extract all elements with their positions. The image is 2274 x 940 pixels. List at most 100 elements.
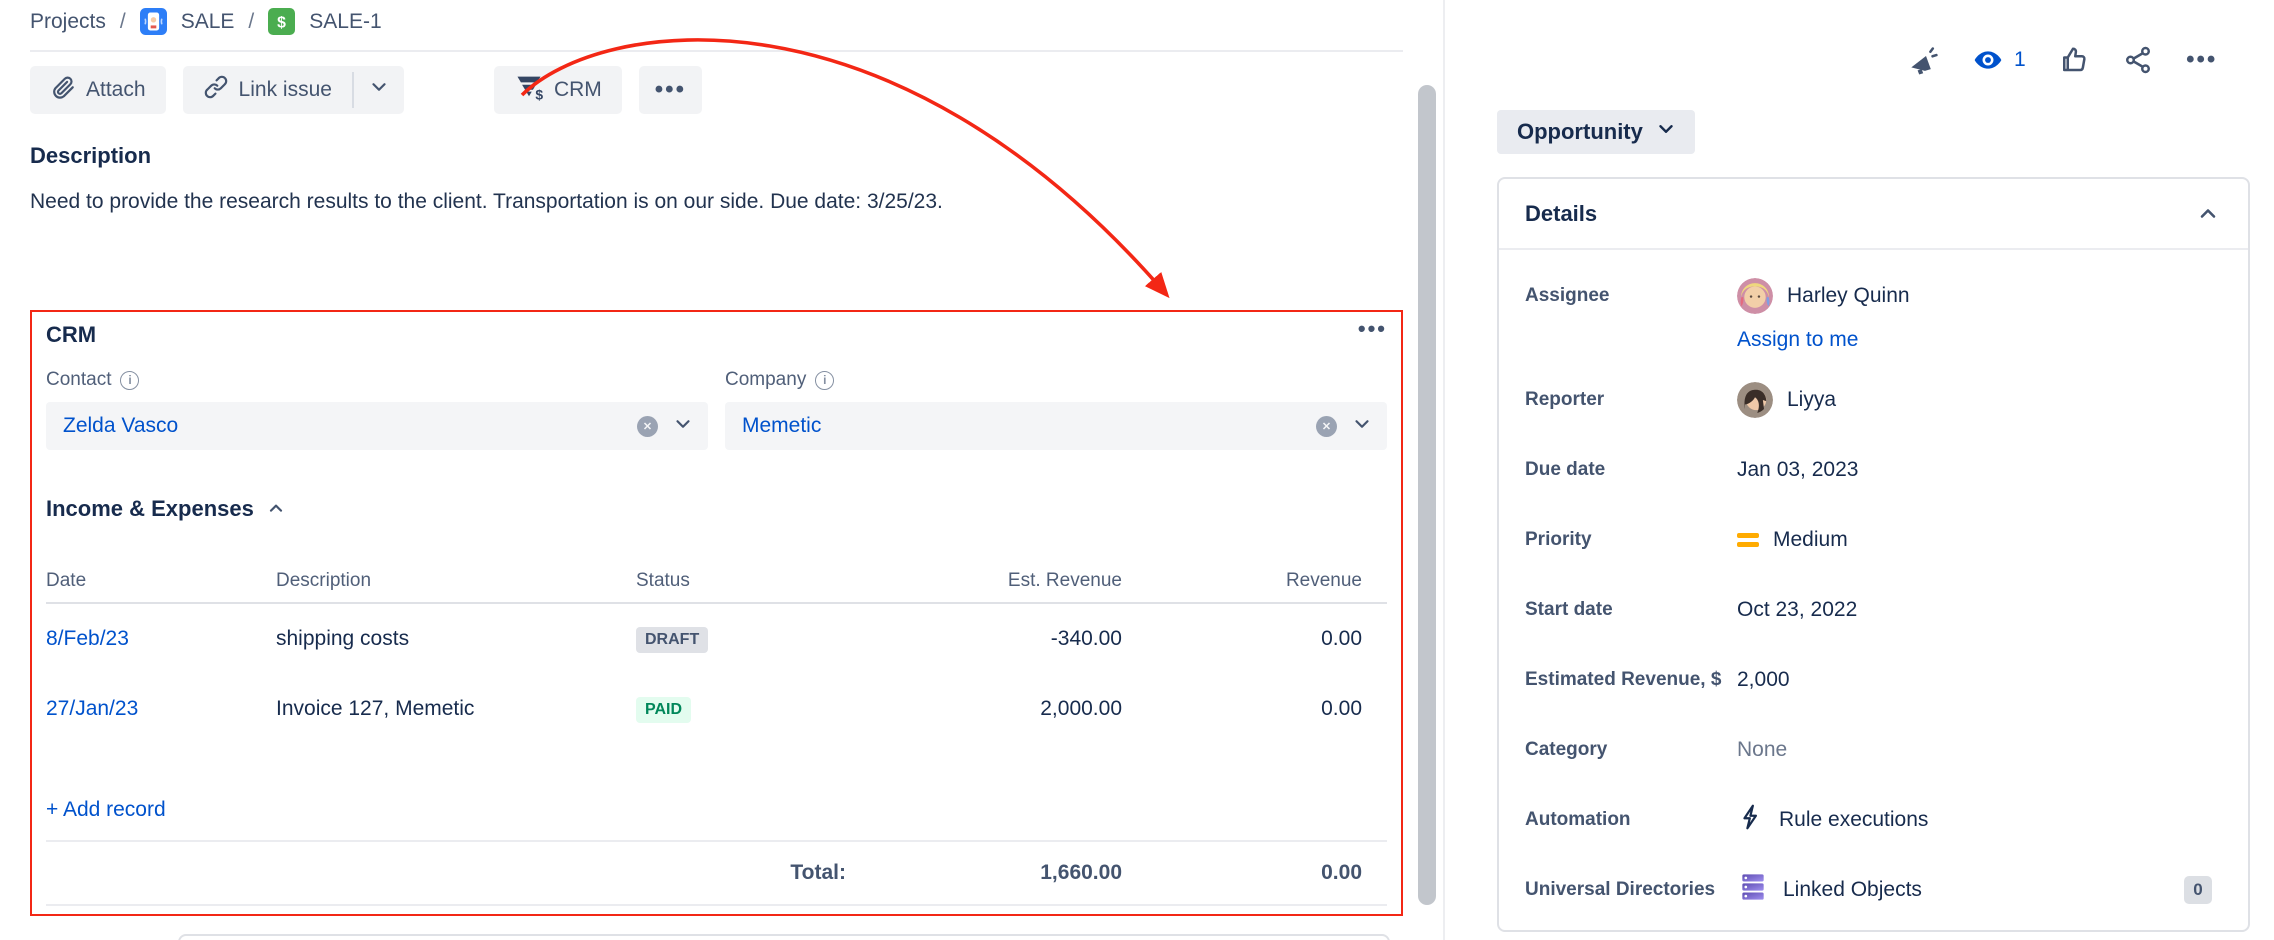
details-header[interactable]: Details bbox=[1499, 179, 2248, 250]
priority-medium-icon bbox=[1737, 533, 1759, 547]
record-date-link[interactable]: 27/Jan/23 bbox=[46, 697, 276, 721]
feedback-megaphone-icon[interactable] bbox=[1908, 44, 1940, 76]
estimated-revenue-field: Estimated Revenue, $ 2,000 bbox=[1525, 658, 2212, 702]
category-label: Category bbox=[1525, 739, 1737, 761]
next-panel-edge bbox=[178, 934, 1390, 940]
priority-field: Priority Medium bbox=[1525, 518, 2212, 562]
col-header-revenue: Revenue bbox=[1122, 570, 1362, 592]
assignee-field: Assignee Harley Quinn bbox=[1525, 274, 2212, 318]
assignee-avatar bbox=[1737, 278, 1773, 314]
header-more-icon[interactable]: ••• bbox=[2186, 44, 2218, 76]
reporter-name: Liyya bbox=[1787, 388, 1836, 412]
watch-toggle[interactable]: 1 bbox=[1972, 44, 2026, 76]
directories-stack-icon bbox=[1737, 871, 1769, 909]
collapse-chevron-up-icon[interactable] bbox=[2196, 202, 2220, 226]
link-issue-label: Link issue bbox=[239, 78, 332, 102]
issue-type-icon: $ bbox=[268, 8, 295, 35]
breadcrumb-divider bbox=[30, 50, 1403, 52]
table-bottom-divider bbox=[46, 904, 1387, 906]
lightning-bolt-icon bbox=[1737, 803, 1765, 837]
income-expenses-table: Date Description Status Est. Revenue Rev… bbox=[46, 568, 1387, 906]
automation-text: Rule executions bbox=[1779, 808, 1928, 832]
watch-eye-icon bbox=[1972, 44, 2004, 76]
chevron-down-icon bbox=[368, 76, 390, 104]
reporter-label: Reporter bbox=[1525, 389, 1737, 411]
due-date-label: Due date bbox=[1525, 459, 1737, 481]
assignee-value[interactable]: Harley Quinn bbox=[1737, 278, 2212, 314]
due-date-value[interactable]: Jan 03, 2023 bbox=[1737, 458, 2212, 482]
info-icon[interactable]: i bbox=[120, 371, 139, 390]
col-header-est-revenue: Est. Revenue bbox=[846, 570, 1122, 592]
clear-icon[interactable]: ✕ bbox=[637, 416, 658, 437]
breadcrumb-project-link[interactable]: SALE bbox=[181, 10, 235, 34]
crm-button-label: CRM bbox=[554, 78, 602, 102]
linked-objects-value[interactable]: Linked Objects 0 bbox=[1737, 871, 2212, 909]
universal-directories-field: Universal Directories Linked Objects 0 bbox=[1525, 868, 2212, 912]
priority-label: Priority bbox=[1525, 529, 1737, 551]
collapse-chevron-up-icon[interactable] bbox=[266, 499, 286, 519]
priority-value[interactable]: Medium bbox=[1737, 528, 2212, 552]
col-header-date: Date bbox=[46, 570, 276, 592]
info-icon[interactable]: i bbox=[815, 371, 834, 390]
details-panel: Details Assignee Harley Quinn Assign to … bbox=[1497, 177, 2250, 932]
estimated-revenue-label: Estimated Revenue, $ bbox=[1525, 669, 1737, 691]
share-icon[interactable] bbox=[2122, 44, 2154, 76]
category-text: None bbox=[1737, 738, 1787, 762]
add-record-link[interactable]: + Add record bbox=[46, 798, 166, 824]
link-issue-button[interactable]: Link issue bbox=[183, 66, 352, 114]
assign-to-me-row: Assign to me bbox=[1525, 328, 2212, 352]
description-text[interactable]: Need to provide the research results to … bbox=[30, 190, 1230, 214]
automation-value[interactable]: Rule executions bbox=[1737, 803, 2212, 837]
record-est-revenue: 2,000.00 bbox=[846, 697, 1122, 721]
status-dropdown-button[interactable]: Opportunity bbox=[1497, 110, 1695, 154]
crm-panel: CRM ••• Contact i Zelda Vasco ✕ bbox=[30, 310, 1403, 916]
link-icon bbox=[203, 74, 229, 106]
record-revenue: 0.00 bbox=[1122, 697, 1362, 721]
details-title: Details bbox=[1525, 201, 1597, 227]
status-badge: DRAFT bbox=[636, 627, 708, 653]
col-header-status: Status bbox=[636, 570, 846, 592]
breadcrumb-issue-link[interactable]: SALE-1 bbox=[309, 10, 381, 34]
record-description: shipping costs bbox=[276, 627, 636, 651]
watch-count: 1 bbox=[2014, 48, 2026, 72]
link-issue-dropdown-button[interactable] bbox=[354, 66, 404, 114]
record-date-link[interactable]: 8/Feb/23 bbox=[46, 627, 276, 651]
svg-text:$: $ bbox=[277, 15, 286, 32]
crm-app-button[interactable]: $ CRM bbox=[494, 66, 622, 114]
chevron-down-icon[interactable] bbox=[1351, 413, 1373, 440]
like-thumb-icon[interactable] bbox=[2058, 44, 2090, 76]
project-avatar-icon bbox=[140, 8, 167, 35]
toolbar-more-button[interactable]: ••• bbox=[639, 66, 702, 114]
estimated-revenue-value[interactable]: 2,000 bbox=[1737, 668, 2212, 692]
contact-label: Contact bbox=[46, 369, 111, 391]
category-field: Category None bbox=[1525, 728, 2212, 772]
record-description: Invoice 127, Memetic bbox=[276, 697, 636, 721]
crm-panel-more-button[interactable]: ••• bbox=[1358, 322, 1387, 336]
company-select[interactable]: Memetic ✕ bbox=[725, 402, 1387, 450]
contact-select[interactable]: Zelda Vasco ✕ bbox=[46, 402, 708, 450]
table-row: 27/Jan/23 Invoice 127, Memetic PAID 2,00… bbox=[46, 674, 1387, 744]
clear-icon[interactable]: ✕ bbox=[1316, 416, 1337, 437]
vertical-scrollbar[interactable] bbox=[1418, 85, 1436, 905]
record-revenue: 0.00 bbox=[1122, 627, 1362, 651]
crm-fields: Contact i Zelda Vasco ✕ Company i M bbox=[46, 368, 1387, 450]
crm-panel-title: CRM bbox=[46, 322, 96, 348]
attach-button[interactable]: Attach bbox=[30, 66, 166, 114]
assign-to-me-link[interactable]: Assign to me bbox=[1737, 328, 1858, 352]
breadcrumb-projects-link[interactable]: Projects bbox=[30, 10, 106, 34]
breadcrumb: Projects / SALE / $ SALE-1 bbox=[30, 8, 382, 35]
reporter-value[interactable]: Liyya bbox=[1737, 382, 2212, 418]
assignee-name: Harley Quinn bbox=[1787, 284, 1910, 308]
status-badge: PAID bbox=[636, 697, 691, 723]
total-label: Total: bbox=[636, 861, 846, 885]
crm-funnel-icon: $ bbox=[514, 72, 544, 108]
start-date-value[interactable]: Oct 23, 2022 bbox=[1737, 598, 2212, 622]
paperclip-icon bbox=[50, 74, 76, 106]
issue-toolbar: Attach Link issue $ CRM ••• bbox=[30, 66, 702, 114]
link-issue-split-button: Link issue bbox=[183, 66, 404, 114]
category-value[interactable]: None bbox=[1737, 738, 2212, 762]
chevron-down-icon[interactable] bbox=[672, 413, 694, 440]
table-header-row: Date Description Status Est. Revenue Rev… bbox=[46, 568, 1387, 594]
record-est-revenue: -340.00 bbox=[846, 627, 1122, 651]
issue-view-page: Projects / SALE / $ SALE-1 Attach Link i… bbox=[0, 0, 2274, 940]
